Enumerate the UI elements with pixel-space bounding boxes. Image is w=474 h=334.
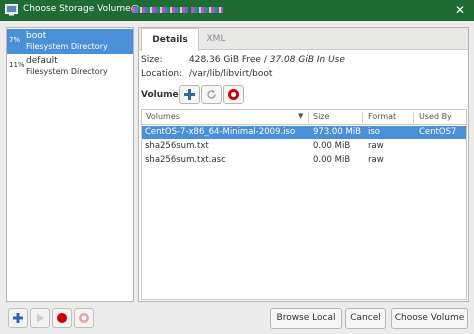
size-separator: /: [260, 55, 270, 65]
column-header-volumes[interactable]: Volumes: [146, 112, 180, 121]
refresh-volumes-button[interactable]: [201, 85, 222, 104]
window-title: Choose Storage Volume@: [23, 4, 140, 14]
volume-table: Volumes ▼ Size Format Used By CentOS-7-x…: [141, 109, 467, 300]
choose-volume-button[interactable]: Choose Volume: [391, 308, 468, 329]
volume-used-by: CentOS7: [419, 127, 457, 137]
volume-size: 973.00 MiB: [313, 127, 361, 137]
title-bar: Choose Storage Volume@ ✕: [0, 0, 474, 21]
size-in-use: 37.08 GiB In Use: [269, 55, 345, 65]
pool-name: default: [26, 56, 58, 66]
table-row[interactable]: CentOS-7-x86_64-Minimal-2009.iso 973.00 …: [142, 126, 466, 139]
pool-usage: 7%: [9, 36, 21, 44]
bottom-bar: Browse Local Cancel Choose Volume: [0, 304, 474, 334]
storage-pool-list: 7% boot Filesystem Directory 11% default…: [6, 27, 134, 302]
volume-size: 0.00 MiB: [313, 155, 351, 165]
delete-icon: [228, 89, 239, 100]
tab-details[interactable]: Details: [141, 28, 199, 51]
volume-size: 0.00 MiB: [313, 141, 351, 151]
column-divider: [362, 112, 363, 123]
refresh-icon: [207, 90, 216, 99]
tab-xml[interactable]: XML: [201, 28, 231, 50]
browse-local-button[interactable]: Browse Local: [270, 308, 342, 329]
volume-format: raw: [368, 155, 384, 165]
table-row[interactable]: sha256sum.txt.asc 0.00 MiB raw: [142, 154, 466, 167]
location-value: /var/lib/libvirt/boot: [189, 69, 273, 79]
start-pool-button[interactable]: [30, 308, 50, 328]
column-header-format[interactable]: Format: [368, 112, 396, 121]
volume-name: sha256sum.txt: [145, 141, 209, 151]
stop-pool-icon: [57, 313, 67, 323]
table-row[interactable]: sha256sum.txt 0.00 MiB raw: [142, 140, 466, 153]
redacted-hostname-2: [191, 7, 223, 13]
virt-manager-icon: [5, 4, 18, 16]
pool-type: Filesystem Directory: [26, 42, 108, 51]
column-header-size[interactable]: Size: [313, 112, 329, 121]
column-divider: [413, 112, 414, 123]
add-pool-button[interactable]: [8, 308, 28, 328]
pool-usage: 11%: [9, 61, 25, 69]
sort-descending-icon[interactable]: ▼: [298, 112, 303, 120]
delete-pool-icon: [79, 313, 89, 323]
column-header-used-by[interactable]: Used By: [419, 112, 452, 121]
redacted-hostname: [132, 7, 188, 13]
add-icon: [184, 89, 195, 100]
pool-name: boot: [26, 31, 47, 41]
location-row: Location: /var/lib/libvirt/boot: [141, 69, 272, 79]
size-free: 428.36 GiB Free: [189, 55, 261, 65]
add-volume-button[interactable]: [179, 85, 200, 104]
pool-details-pane: Details XML Size: 428.36 GiB Free / 37.08…: [138, 27, 469, 302]
cancel-button[interactable]: Cancel: [345, 308, 386, 329]
size-label: Size:: [141, 55, 163, 65]
volume-name: CentOS-7-x86_64-Minimal-2009.iso: [145, 127, 296, 137]
delete-volume-button[interactable]: [223, 85, 244, 104]
location-label: Location:: [141, 69, 183, 79]
pool-type: Filesystem Directory: [26, 67, 108, 76]
table-header: Volumes ▼ Size Format Used By: [142, 110, 466, 125]
column-divider: [308, 112, 309, 123]
volumes-label: Volumes: [141, 90, 184, 100]
volume-name: sha256sum.txt.asc: [145, 155, 226, 165]
add-pool-icon: [13, 313, 23, 323]
start-pool-icon: [37, 313, 44, 323]
close-icon[interactable]: ✕: [452, 3, 468, 18]
volume-format: iso: [368, 127, 380, 137]
stop-pool-button[interactable]: [52, 308, 72, 328]
size-row: Size: 428.36 GiB Free / 37.08 GiB In Use: [141, 55, 345, 65]
pool-item-default[interactable]: 11% default Filesystem Directory: [7, 54, 133, 79]
volume-format: raw: [368, 141, 384, 151]
pool-item-boot[interactable]: 7% boot Filesystem Directory: [7, 29, 133, 54]
delete-pool-button[interactable]: [74, 308, 94, 328]
tab-bar: Details XML: [139, 28, 468, 51]
